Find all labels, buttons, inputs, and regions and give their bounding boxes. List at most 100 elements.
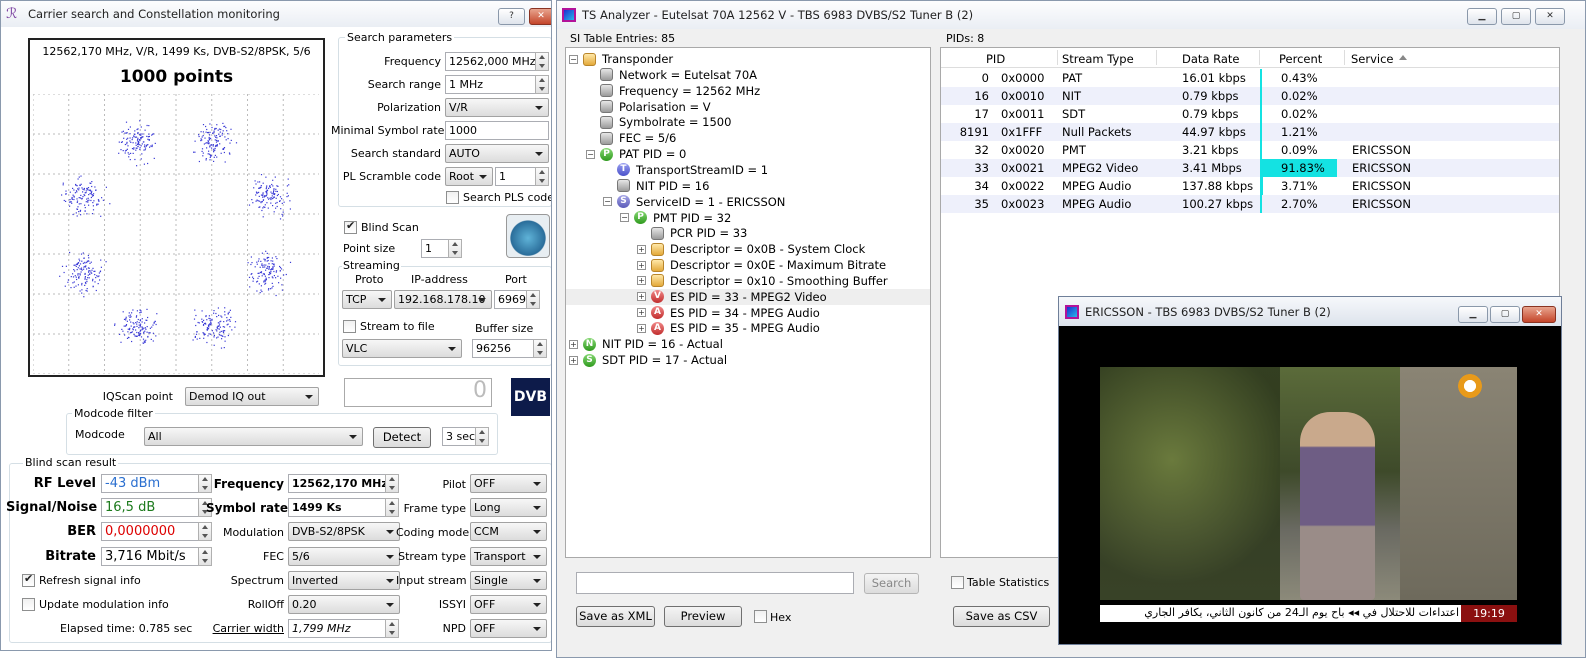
- tree-node[interactable]: Polarisation = V: [586, 99, 711, 115]
- expand-toggle-icon[interactable]: −: [620, 213, 629, 222]
- min-symbol-rate-input[interactable]: 1000: [445, 121, 549, 140]
- tree-node[interactable]: − S ServiceID = 1 - ERICSSON: [603, 194, 785, 210]
- update-modulation-checkbox[interactable]: [22, 598, 35, 611]
- tree-node[interactable]: + Descriptor = 0x10 - Smoothing Buffer: [637, 273, 888, 289]
- search-range-spinner[interactable]: [535, 75, 549, 94]
- expand-toggle-icon[interactable]: −: [586, 149, 595, 159]
- issyi-select[interactable]: OFF: [470, 595, 547, 614]
- table-row[interactable]: 33 0x0021 MPEG2 Video 3.41 Mbps 91.83% ERICSS…: [941, 159, 1559, 177]
- expand-toggle-icon[interactable]: −: [569, 54, 578, 64]
- save-as-csv-button[interactable]: Save as CSV: [953, 606, 1050, 627]
- buffer-size-input[interactable]: 96256: [472, 339, 534, 358]
- pl-scramble-spinner[interactable]: [535, 167, 549, 186]
- search-range-input[interactable]: 1 MHz: [445, 75, 536, 94]
- tree-node[interactable]: NIT PID = 16: [603, 178, 709, 194]
- stream-to-file-checkbox[interactable]: [343, 320, 356, 333]
- detect-button[interactable]: Detect: [373, 427, 431, 448]
- table-row[interactable]: 8191 0x1FFF Null Packets 44.97 kbps 1.21%: [941, 123, 1559, 141]
- frequency-input[interactable]: 12562,000 MHz: [445, 52, 536, 71]
- npd-select[interactable]: OFF: [470, 619, 547, 638]
- player-select[interactable]: VLC: [342, 339, 462, 358]
- col-percent[interactable]: Percent: [1279, 52, 1322, 66]
- col-service[interactable]: Service: [1351, 52, 1394, 66]
- tree-node[interactable]: + V ES PID = 33 - MPEG2 Video: [566, 288, 930, 305]
- carrier-width-label[interactable]: Carrier width: [206, 622, 284, 635]
- table-row[interactable]: 17 0x0011 SDT 0.79 kbps 0.02%: [941, 105, 1559, 123]
- symbol-rate-spinner[interactable]: [385, 498, 399, 517]
- spectrum-select[interactable]: Inverted: [288, 571, 400, 590]
- modcode-select[interactable]: All: [144, 427, 363, 446]
- frame-type-select[interactable]: Long: [470, 498, 547, 517]
- point-size-spinner[interactable]: [448, 239, 462, 258]
- expand-toggle-icon[interactable]: +: [569, 355, 578, 365]
- pl-scramble-input[interactable]: 1: [495, 167, 536, 186]
- save-as-xml-button[interactable]: Save as XML: [576, 606, 655, 627]
- fec-select[interactable]: 5/6: [288, 547, 400, 566]
- search-standard-select[interactable]: AUTO: [445, 144, 549, 163]
- expand-toggle-icon[interactable]: +: [637, 323, 646, 333]
- rolloff-select[interactable]: 0.20: [288, 595, 400, 614]
- video-close-button[interactable]: ✕: [1522, 306, 1556, 323]
- tree-node[interactable]: − P PAT PID = 0: [586, 146, 686, 162]
- ip-address-select[interactable]: 192.168.178.10: [394, 290, 492, 309]
- col-data-rate[interactable]: Data Rate: [1182, 52, 1239, 66]
- detect-time-input[interactable]: 3 sec: [442, 427, 476, 446]
- ts-maximize-button[interactable]: ▢: [1501, 8, 1531, 25]
- blind-scan-checkbox[interactable]: [344, 219, 357, 234]
- tree-node[interactable]: T TransportStreamID = 1: [603, 162, 768, 178]
- pl-scramble-select[interactable]: Root: [445, 167, 493, 186]
- tree-node[interactable]: FEC = 5/6: [586, 130, 676, 146]
- expand-toggle-icon[interactable]: +: [637, 244, 646, 254]
- tree-node[interactable]: PCR PID = 33: [637, 225, 747, 241]
- port-input[interactable]: 6969: [494, 290, 527, 309]
- col-stream-type[interactable]: Stream Type: [1062, 52, 1134, 66]
- expand-toggle-icon[interactable]: −: [603, 197, 612, 207]
- search-pls-checkbox[interactable]: [446, 191, 459, 204]
- buffer-size-spinner[interactable]: [533, 339, 547, 358]
- table-row[interactable]: 35 0x0023 MPEG Audio 100.27 kbps 2.70% ERICSS…: [941, 195, 1559, 213]
- tree-node[interactable]: Network = Eutelsat 70A: [586, 67, 757, 83]
- refresh-signal-checkbox[interactable]: [22, 572, 35, 587]
- table-row[interactable]: 34 0x0022 MPEG Audio 137.88 kbps 3.71% ERICSS…: [941, 177, 1559, 195]
- tree-node[interactable]: + A ES PID = 35 - MPEG Audio: [637, 320, 820, 336]
- tree-node[interactable]: + Descriptor = 0x0E - Maximum Bitrate: [637, 257, 886, 273]
- table-row[interactable]: 16 0x0010 NIT 0.79 kbps 0.02%: [941, 87, 1559, 105]
- help-button[interactable]: ?: [498, 8, 525, 25]
- table-statistics-checkbox[interactable]: [951, 576, 964, 589]
- expand-toggle-icon[interactable]: +: [637, 308, 646, 318]
- table-row[interactable]: 0 0x0000 PAT 16.01 kbps 0.43%: [941, 69, 1559, 87]
- ts-close-button[interactable]: ✕: [1535, 8, 1565, 25]
- search-input[interactable]: [576, 572, 854, 594]
- ts-minimize-button[interactable]: ▁: [1467, 8, 1497, 25]
- expand-toggle-icon[interactable]: +: [569, 339, 578, 349]
- stream-type-select[interactable]: Transport: [470, 547, 547, 566]
- proto-select[interactable]: TCP: [342, 290, 392, 309]
- input-stream-select[interactable]: Single: [470, 571, 547, 590]
- iqscan-select[interactable]: Demod IQ out: [185, 387, 319, 406]
- carrier-width-spinner[interactable]: [385, 619, 399, 638]
- frequency-result-spinner[interactable]: [385, 474, 399, 493]
- tree-node[interactable]: Frequency = 12562 MHz: [586, 83, 760, 99]
- video-maximize-button[interactable]: ▢: [1490, 306, 1520, 323]
- coding-mode-select[interactable]: CCM: [470, 522, 547, 541]
- pilot-select[interactable]: OFF: [470, 474, 547, 493]
- tree-node[interactable]: + N NIT PID = 16 - Actual: [569, 336, 723, 352]
- preview-button[interactable]: Preview: [664, 606, 742, 627]
- frequency-spinner[interactable]: [535, 52, 549, 71]
- tree-node[interactable]: Symbolrate = 1500: [586, 114, 731, 130]
- point-size-input[interactable]: 1: [421, 239, 449, 258]
- modulation-select[interactable]: DVB-S2/8PSK: [288, 522, 400, 541]
- detect-time-spinner[interactable]: [475, 427, 489, 446]
- col-pid[interactable]: PID: [986, 52, 1005, 66]
- polarization-select[interactable]: V/R: [445, 98, 549, 117]
- port-spinner[interactable]: [526, 290, 540, 309]
- table-row[interactable]: 32 0x0020 PMT 3.21 kbps 0.09% ERICSSON: [941, 141, 1559, 159]
- tree-node[interactable]: + A ES PID = 34 - MPEG Audio: [637, 305, 820, 321]
- expand-toggle-icon[interactable]: +: [637, 276, 646, 286]
- tree-node[interactable]: + S SDT PID = 17 - Actual: [569, 352, 727, 368]
- video-minimize-button[interactable]: ▁: [1458, 306, 1488, 323]
- tree-node[interactable]: + Descriptor = 0x0B - System Clock: [637, 241, 865, 257]
- tree-node[interactable]: − Transponder: [569, 51, 673, 67]
- close-button[interactable]: ✕: [529, 8, 551, 25]
- search-button[interactable]: Search: [864, 573, 919, 594]
